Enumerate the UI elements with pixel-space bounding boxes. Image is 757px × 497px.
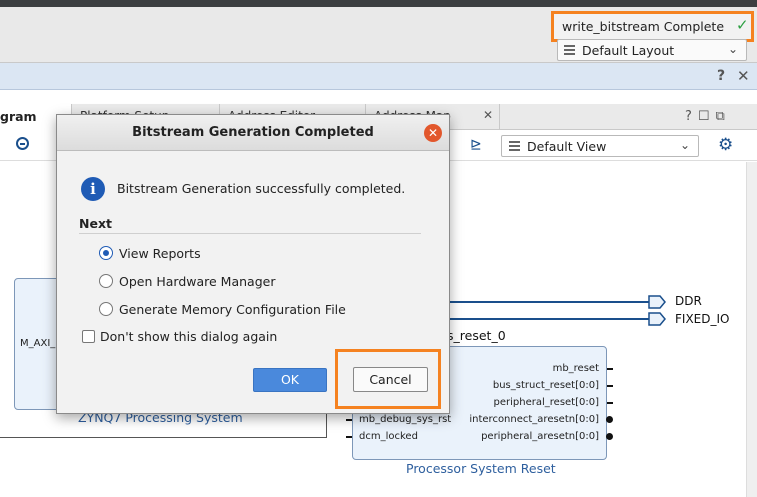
dont-show-label[interactable]: Don't show this dialog again (100, 329, 277, 344)
ddr-wire (450, 301, 650, 303)
pin (346, 419, 352, 421)
zynq-port-label: M_AXI_ (20, 338, 56, 349)
pin (346, 436, 352, 438)
pin (607, 368, 613, 370)
port-mb-debug-sys-rst: mb_debug_sys_rst (359, 414, 452, 425)
port-peripheral-aresetn: peripheral_aresetn[0:0] (481, 431, 599, 442)
port-dcm-locked: dcm_locked (359, 431, 418, 442)
option-label[interactable]: Generate Memory Configuration File (119, 302, 346, 317)
ok-button[interactable]: OK (253, 368, 327, 392)
chevron-down-icon: ⌄ (727, 42, 738, 56)
option-label[interactable]: Open Hardware Manager (119, 274, 275, 289)
cancel-button[interactable]: Cancel (353, 367, 428, 392)
zoom-out-icon[interactable] (16, 137, 29, 150)
radio-open-hardware-manager[interactable] (99, 274, 113, 288)
layout-icon (564, 45, 575, 55)
divider (79, 233, 421, 234)
pin (606, 416, 613, 423)
option-label[interactable]: View Reports (119, 246, 201, 261)
radio-generate-memory-config[interactable] (99, 302, 113, 316)
view-icon (509, 141, 520, 151)
fixed-io-wire (450, 318, 650, 320)
wire (326, 410, 327, 438)
window-header: ? ✕ (0, 63, 757, 90)
fixed-io-label: FIXED_IO (675, 312, 730, 326)
help-icon[interactable]: ? (717, 68, 725, 84)
ddr-label: DDR (675, 294, 702, 308)
port-bus-struct-reset: bus_struct_reset[0:0] (492, 380, 599, 391)
vertical-scrollbar[interactable] (746, 162, 757, 497)
status-text: write_bitstream Complete (562, 19, 725, 34)
close-icon[interactable]: ✕ (424, 124, 442, 142)
chevron-down-icon: ⌄ (679, 138, 690, 152)
reset-caption: Processor System Reset (406, 461, 556, 476)
gear-icon[interactable]: ⚙ (718, 135, 733, 155)
pin (606, 433, 613, 440)
fixed-io-port-icon[interactable] (648, 312, 666, 326)
pin (607, 402, 613, 404)
port-peripheral-reset: peripheral_reset[0:0] (493, 397, 599, 408)
close-icon[interactable]: ✕ (737, 67, 750, 85)
wire (0, 437, 326, 438)
tab-label: gram (0, 109, 37, 124)
info-icon: i (81, 177, 105, 201)
layout-dropdown[interactable]: Default Layout ⌄ (557, 39, 747, 61)
dont-show-checkbox[interactable] (82, 330, 95, 343)
status-indicator: write_bitstream Complete ✓ (551, 11, 754, 42)
dialog-message: Bitstream Generation successfully comple… (117, 181, 406, 196)
next-heading: Next (79, 216, 112, 231)
view-dropdown[interactable]: Default View ⌄ (501, 135, 699, 157)
layout-value: Default Layout (582, 43, 675, 58)
pin (607, 385, 613, 387)
dialog-titlebar: Bitstream Generation Completed ✕ (57, 115, 449, 151)
ddr-port-icon[interactable] (648, 295, 666, 309)
port-mb-reset: mb_reset (552, 363, 599, 374)
port-interconnect-aresetn: interconnect_aresetn[0:0] (469, 414, 599, 425)
bitstream-dialog: Bitstream Generation Completed ✕ i Bitst… (56, 114, 450, 414)
radio-view-reports[interactable] (99, 246, 113, 260)
close-icon[interactable]: ✕ (483, 108, 493, 122)
title-bar (0, 0, 757, 7)
view-value: Default View (527, 139, 607, 154)
routing-icon[interactable]: ⊵ (470, 137, 482, 153)
main-toolbar: write_bitstream Complete ✓ Default Layou… (0, 7, 757, 63)
check-icon: ✓ (736, 16, 749, 34)
dialog-title: Bitstream Generation Completed (132, 125, 374, 140)
panel-controls[interactable]: ?☐⧉ (685, 109, 731, 124)
